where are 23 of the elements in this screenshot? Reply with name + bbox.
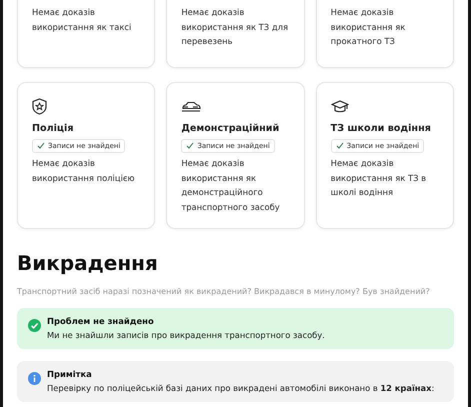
car-icon xyxy=(181,100,202,113)
graduation-cap-icon xyxy=(330,100,349,113)
card-description: Немає доказів використання як ТЗ в школі водіння xyxy=(330,157,428,199)
check-icon xyxy=(186,142,194,149)
info-icon xyxy=(28,372,41,385)
alert-text: Перевірку по поліцейській базі даних про викрадені автомобілі виконано в 12 країнах: xyxy=(47,383,434,393)
alert-title: Проблем не знайдено xyxy=(47,316,155,326)
card-description: Немає доказів використання як таксі xyxy=(32,6,132,34)
card-description: Немає доказів використання як ТЗ для перевезень xyxy=(181,6,290,48)
check-icon xyxy=(336,142,344,149)
card-title: Поліція xyxy=(32,122,74,134)
alert-text: Ми не знайшли записів про викрадення транспортного засобу. xyxy=(47,330,325,340)
card-description: Немає доказів використання поліцією xyxy=(32,157,136,185)
section-subtitle: Транспортний засіб наразі позначений як викрадений? Викрадався в минулому? Був знайдений? xyxy=(17,287,431,296)
check-icon xyxy=(37,142,45,149)
section-heading: Викрадення xyxy=(17,251,159,275)
card-description: Немає доказів використання як прокатного ТЗ xyxy=(330,6,406,48)
card-title: ТЗ школи водіння xyxy=(330,122,432,134)
check-circle-icon xyxy=(28,319,41,332)
alert-title: Примітка xyxy=(47,369,93,379)
card-title: Демонстраційний xyxy=(181,122,280,134)
card-description: Немає доказів використання як демонстраційного транспортного засобу xyxy=(181,157,281,214)
shield-star-icon xyxy=(32,98,47,115)
